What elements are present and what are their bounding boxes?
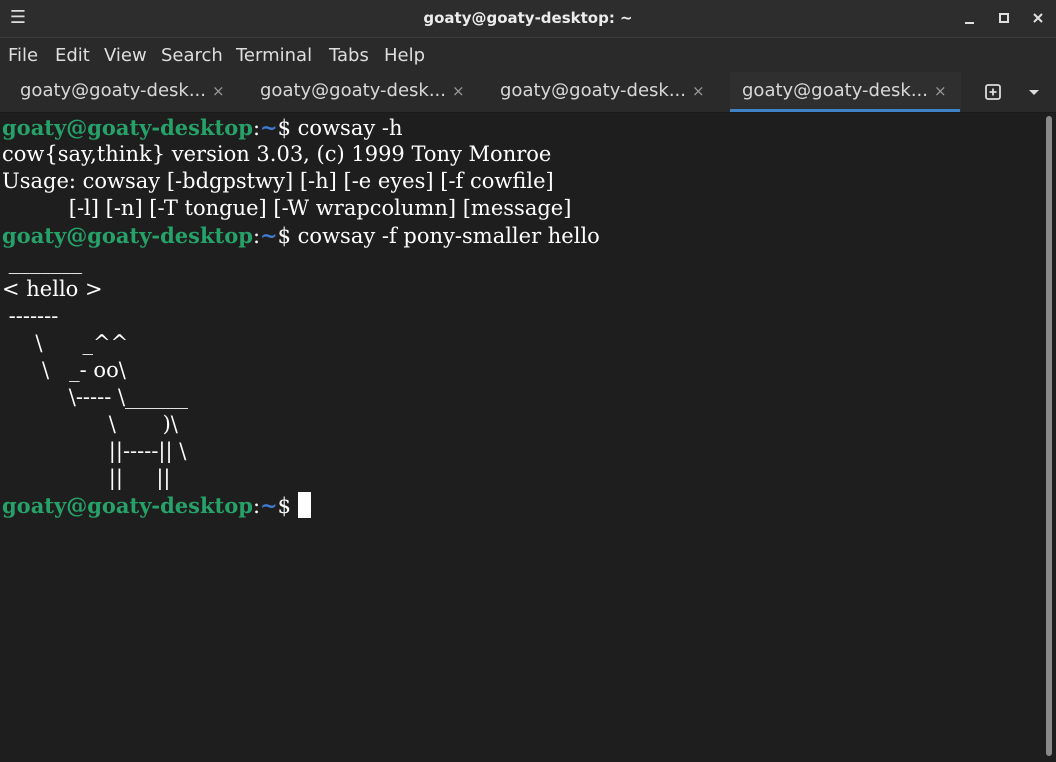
prompt-user: goaty@goaty-desktop <box>2 493 253 518</box>
terminal-line: cow{say,think} version 3.03, (c) 1999 To… <box>2 142 552 166</box>
new-tab-button[interactable] <box>981 80 1005 104</box>
menu-terminal[interactable]: Terminal <box>236 38 312 73</box>
terminal-line: Usage: cowsay [-bdgpstwy] [-h] [-e eyes]… <box>2 169 554 193</box>
prompt-symbol: $ <box>277 116 298 140</box>
terminal-line: goaty@goaty-desktop:~$ <box>2 492 311 519</box>
new-tab-icon <box>985 84 1001 100</box>
command-text: cowsay -f pony-smaller hello <box>297 224 600 248</box>
prompt-user: goaty@goaty-desktop <box>2 223 253 248</box>
menu-edit[interactable]: Edit <box>55 38 90 73</box>
menu-file[interactable]: File <box>8 38 38 73</box>
art-line: \ )\ <box>2 412 178 436</box>
menu-help[interactable]: Help <box>384 38 425 73</box>
maximize-button[interactable] <box>993 8 1015 30</box>
tab-close-icon[interactable]: × <box>934 72 947 110</box>
terminal-window: ☰ goaty@goaty-desktop: ~ File Edit View … <box>0 0 1056 762</box>
prompt-symbol: $ <box>277 224 298 248</box>
title-bar: ☰ goaty@goaty-desktop: ~ <box>0 0 1056 37</box>
window-title: goaty@goaty-desktop: ~ <box>423 9 633 27</box>
art-line: \ _- oo\ <box>2 358 126 382</box>
chevron-down-icon <box>1029 90 1039 95</box>
minimize-button[interactable] <box>959 8 981 30</box>
terminal-line: [-l] [-n] [-T tongue] [-W wrapcolumn] [m… <box>2 196 572 220</box>
terminal-scrollbar[interactable] <box>1042 113 1056 762</box>
art-line: \----- \______ <box>2 385 189 409</box>
art-line: _______ <box>2 250 83 274</box>
art-line: ------- <box>2 304 59 328</box>
art-line: < hello > <box>2 277 103 301</box>
art-line: \ _^^ <box>2 331 129 355</box>
terminal-line: goaty@goaty-desktop:~$ cowsay -f pony-sm… <box>2 222 600 249</box>
tab-close-icon[interactable]: × <box>692 72 705 110</box>
tab-list-button[interactable] <box>1022 80 1046 104</box>
terminal-output[interactable]: goaty@goaty-desktop:~$ cowsay -h cow{say… <box>0 113 1042 762</box>
tab-label: goaty@goaty-desk... <box>742 80 929 101</box>
scrollbar-thumb[interactable] <box>1046 116 1052 756</box>
tab-bar: goaty@goaty-desk... × goaty@goaty-desk..… <box>0 72 1056 113</box>
prompt-path: ~ <box>260 223 278 248</box>
tab-3[interactable]: goaty@goaty-desk... × <box>480 72 720 112</box>
menu-view[interactable]: View <box>104 38 147 73</box>
menu-tabs[interactable]: Tabs <box>329 38 369 73</box>
minimize-icon <box>965 22 974 24</box>
art-line: ||-----|| \ <box>2 439 187 463</box>
tab-2[interactable]: goaty@goaty-desk... × <box>240 72 480 112</box>
tab-4-active[interactable]: goaty@goaty-desk... × <box>730 72 961 112</box>
prompt-colon: : <box>252 224 261 248</box>
tab-label: goaty@goaty-desk... <box>20 80 207 101</box>
terminal-line: goaty@goaty-desktop:~$ cowsay -h <box>2 114 403 141</box>
prompt-path: ~ <box>260 493 278 518</box>
art-line: || || <box>2 466 171 490</box>
close-icon <box>1033 13 1043 23</box>
prompt-symbol: $ <box>277 494 298 518</box>
prompt-colon: : <box>252 494 261 518</box>
prompt-user: goaty@goaty-desktop <box>2 115 253 140</box>
terminal-cursor <box>297 492 311 518</box>
close-button[interactable] <box>1027 8 1049 30</box>
tab-close-icon[interactable]: × <box>452 72 465 110</box>
maximize-icon <box>999 13 1009 23</box>
tab-close-icon[interactable]: × <box>212 72 225 110</box>
prompt-path: ~ <box>260 115 278 140</box>
prompt-colon: : <box>252 116 261 140</box>
menu-search[interactable]: Search <box>161 38 223 73</box>
command-text: cowsay -h <box>297 116 403 140</box>
menu-bar: File Edit View Search Terminal Tabs Help <box>0 37 1056 73</box>
tab-1[interactable]: goaty@goaty-desk... × <box>0 72 240 112</box>
tab-label: goaty@goaty-desk... <box>500 80 687 101</box>
active-tab-indicator <box>730 109 960 112</box>
tab-label: goaty@goaty-desk... <box>260 80 447 101</box>
